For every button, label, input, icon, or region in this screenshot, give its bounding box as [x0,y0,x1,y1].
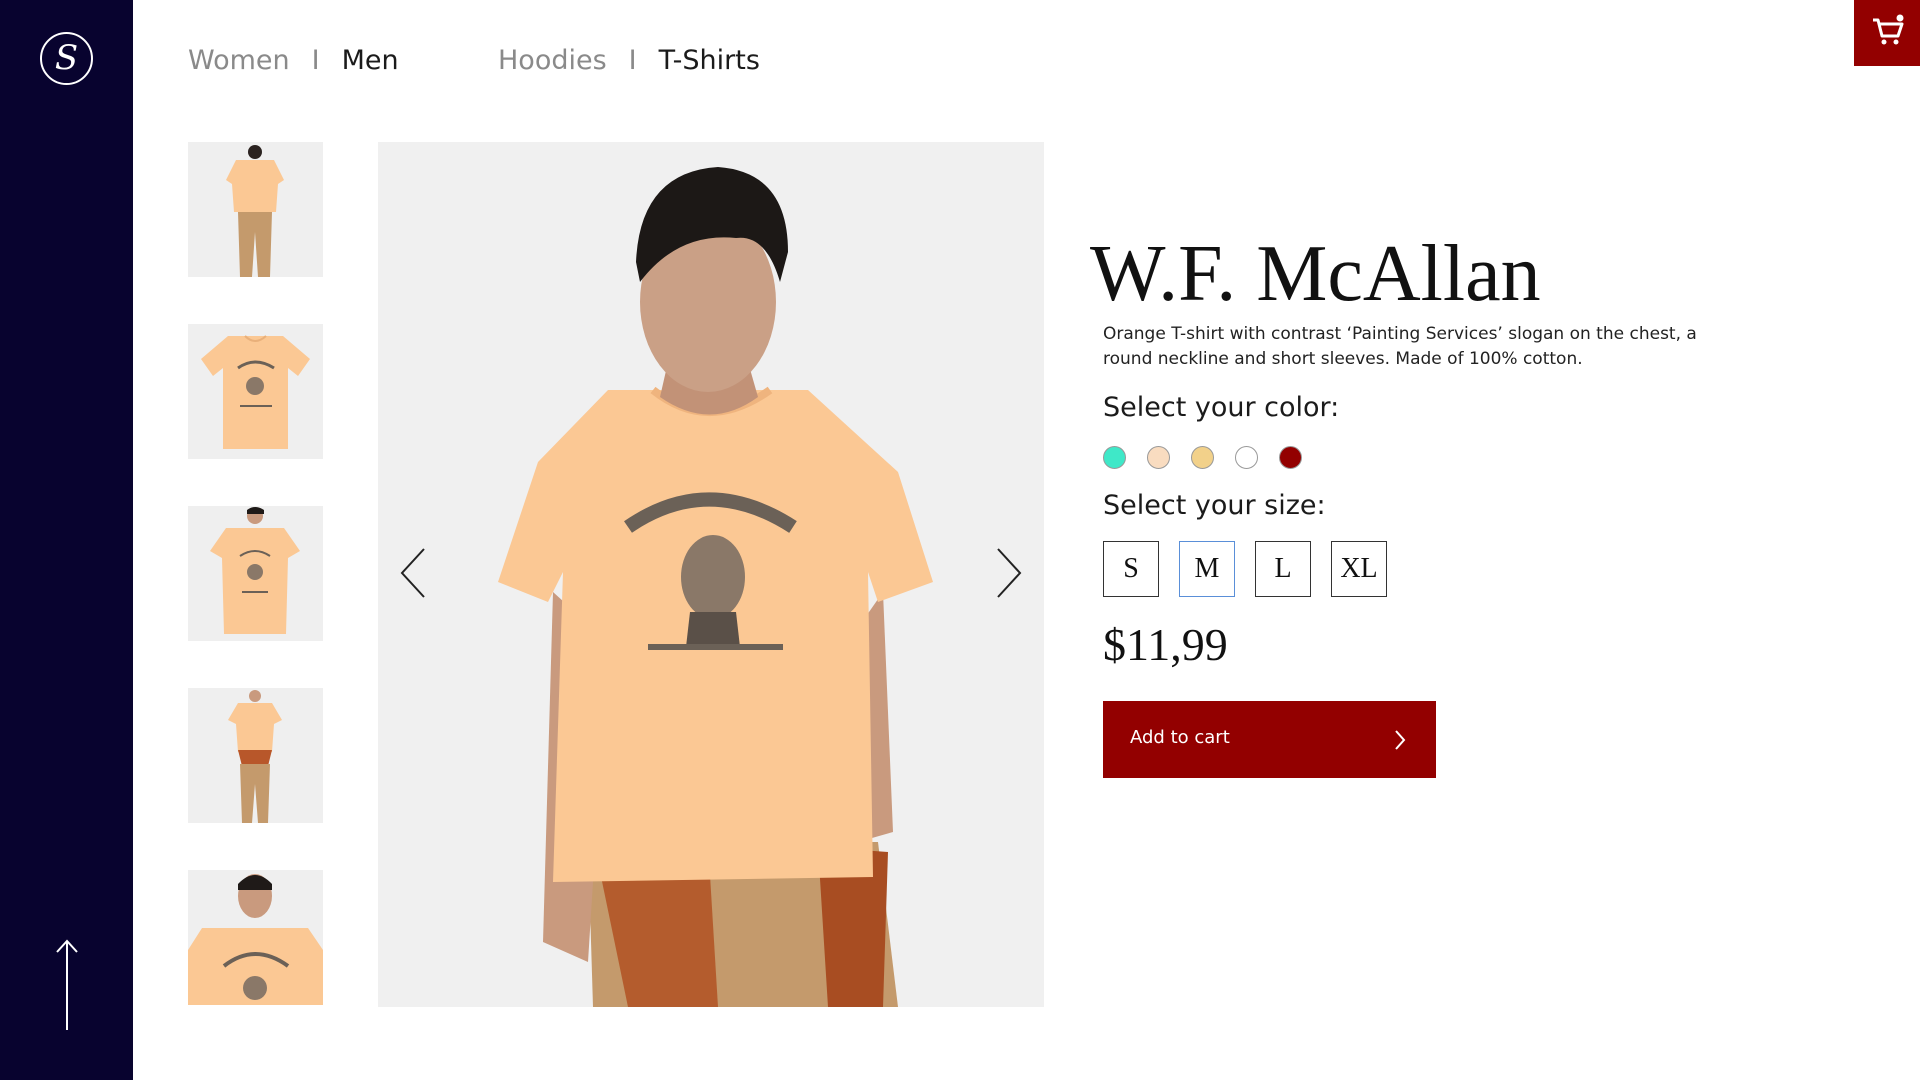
color-swatches [1103,446,1323,469]
nav-separator: I [311,44,320,76]
arrow-up-icon[interactable] [55,938,79,1030]
product-price: $11,99 [1103,619,1228,670]
color-swatch-white[interactable] [1235,446,1258,469]
thumbnail-flat-lay[interactable] [188,324,323,459]
category-nav: Hoodies I T-Shirts [498,40,760,80]
chevron-right-icon [1395,730,1406,750]
add-to-cart-button[interactable]: Add to cart [1103,701,1436,778]
size-options: S M L XL [1103,541,1407,597]
thumbnail-full-body[interactable] [188,688,323,823]
size-label: Select your size: [1103,490,1326,521]
main-product-image [378,142,1044,1007]
color-swatch-mustard[interactable] [1191,446,1214,469]
color-swatch-teal[interactable] [1103,446,1126,469]
nav-women[interactable]: Women [188,45,290,76]
size-option-s[interactable]: S [1103,541,1159,597]
cart-icon [1873,14,1904,45]
product-title: W.F. McAllan [1090,230,1541,318]
nav-men[interactable]: Men [342,45,399,76]
thumbnail-close-up[interactable] [188,870,323,1005]
size-option-m[interactable]: M [1179,541,1235,597]
chevron-right-icon[interactable] [994,545,1024,601]
add-to-cart-label: Add to cart [1130,727,1230,748]
sidebar: S [0,0,133,1080]
size-option-xl[interactable]: XL [1331,541,1387,597]
thumbnail-list [188,142,323,1052]
color-label: Select your color: [1103,392,1340,423]
color-swatch-red[interactable] [1279,446,1302,469]
size-option-l[interactable]: L [1255,541,1311,597]
color-swatch-peach[interactable] [1147,446,1170,469]
thumbnail-back-view[interactable] [188,142,323,277]
nav-t-shirts[interactable]: T-Shirts [659,45,760,76]
product-description: Orange T-shirt with contrast ‘Painting S… [1103,324,1697,369]
nav-separator: I [628,44,637,76]
cart-button[interactable] [1854,0,1920,66]
nav-hoodies[interactable]: Hoodies [498,45,607,76]
brand-logo[interactable]: S [40,32,93,85]
chevron-left-icon[interactable] [398,545,428,601]
gender-nav: Women I Men [188,40,399,80]
thumbnail-front-view[interactable] [188,506,323,641]
